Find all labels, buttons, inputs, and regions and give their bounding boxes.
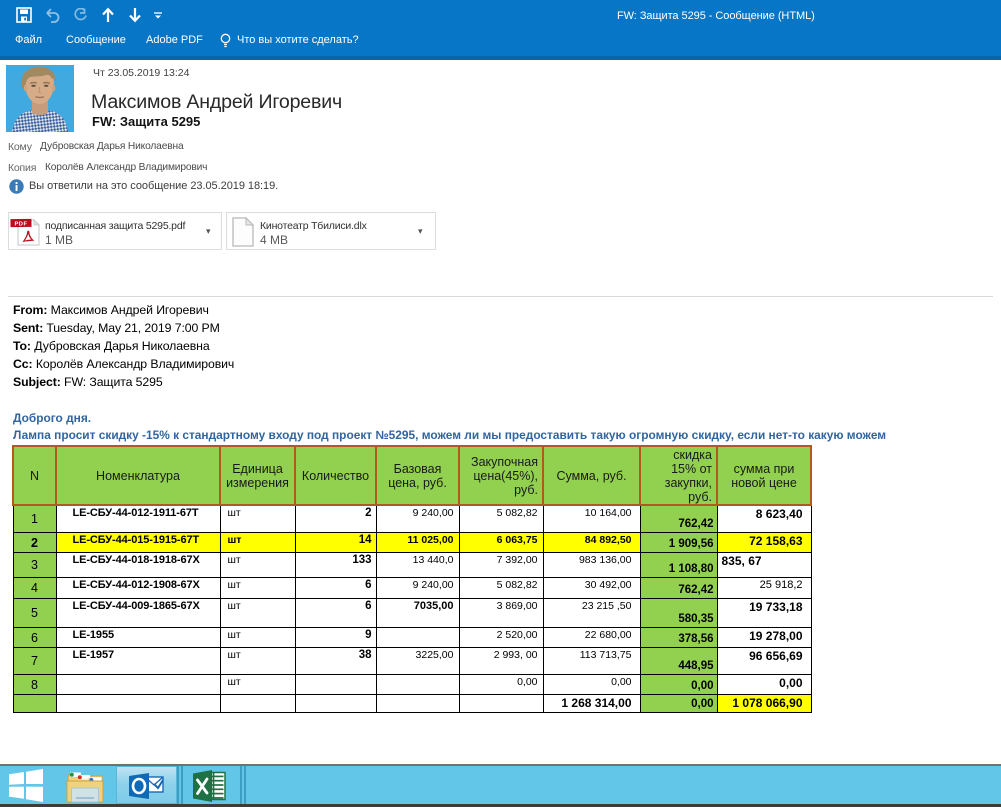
svg-text:PDF: PDF bbox=[14, 221, 27, 227]
